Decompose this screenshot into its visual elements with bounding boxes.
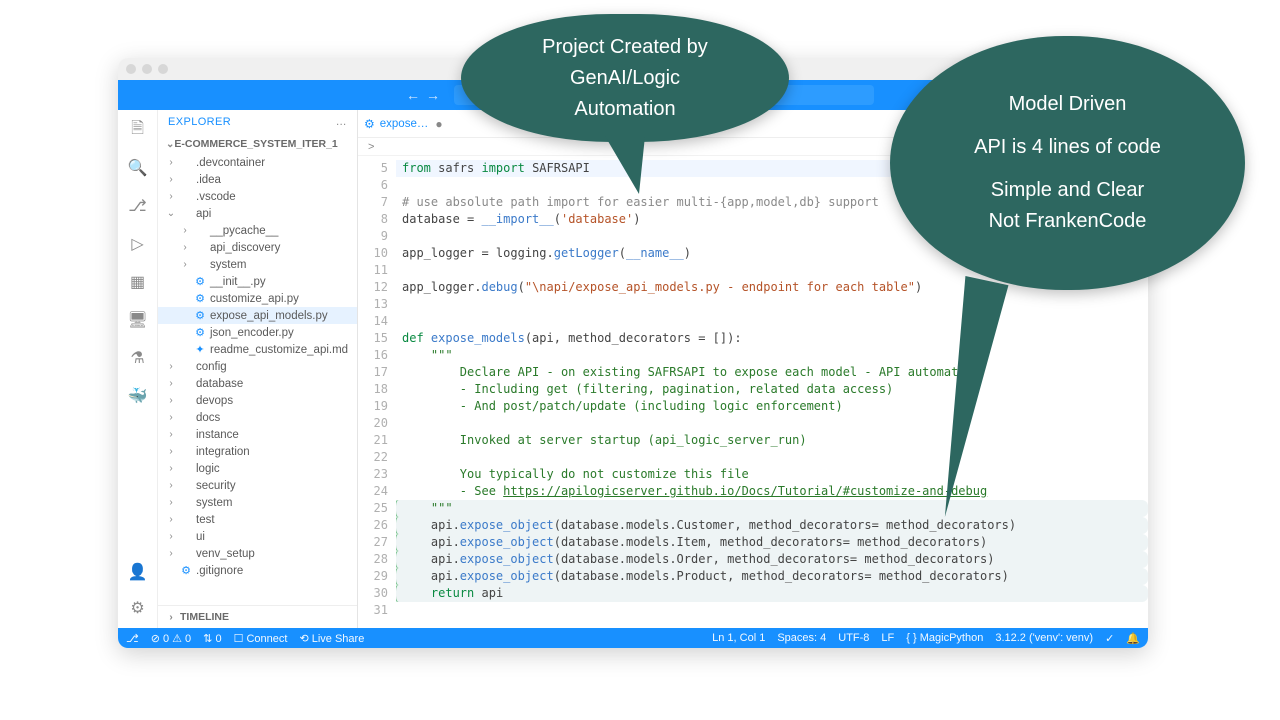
extensions-icon[interactable]: ▦ bbox=[128, 272, 148, 292]
workspace-name[interactable]: ⌄E-COMMERCE_SYSTEM_ITER_1 bbox=[158, 134, 357, 154]
status-eol[interactable]: LF bbox=[881, 632, 894, 644]
status-encoding[interactable]: UTF-8 bbox=[838, 632, 869, 644]
status-python[interactable]: 3.12.2 ('venv': venv) bbox=[995, 632, 1093, 644]
tree-folder[interactable]: ›.devcontainer bbox=[158, 154, 357, 171]
status-ports[interactable]: ⇅ 0 bbox=[203, 632, 221, 645]
activity-bar: 🗎 🔍 ⎇ ▷ ▦ 🖥 ⚗ 🐳 👤 ⚙ bbox=[118, 110, 158, 628]
tab-expose-api-models[interactable]: ⚙ expose… ● bbox=[364, 117, 443, 131]
tree-file[interactable]: ⚙json_encoder.py bbox=[158, 324, 357, 341]
tree-file[interactable]: ⚙__init__.py bbox=[158, 273, 357, 290]
timeline-section[interactable]: ›TIMELINE bbox=[158, 605, 357, 628]
tree-folder[interactable]: ›config bbox=[158, 358, 357, 375]
callout-right-line-4: Not FrankenCode bbox=[974, 208, 1161, 235]
tree-folder[interactable]: ›instance bbox=[158, 426, 357, 443]
callout-right-line-3: Simple and Clear bbox=[974, 177, 1161, 204]
tab-dirty-icon: ● bbox=[435, 117, 442, 131]
python-file-icon: ⚙ bbox=[364, 117, 375, 131]
callout-left-line-2: GenAI/Logic bbox=[542, 65, 708, 92]
status-spaces[interactable]: Spaces: 4 bbox=[777, 632, 826, 644]
gear-icon[interactable]: ⚙ bbox=[128, 598, 148, 618]
status-bar: ⎇ ⊘ 0 ⚠ 0 ⇅ 0 ☐ Connect ⟲ Live Share Ln … bbox=[118, 628, 1148, 648]
run-icon[interactable]: ▷ bbox=[128, 234, 148, 254]
tree-file[interactable]: ⚙customize_api.py bbox=[158, 290, 357, 307]
tree-folder[interactable]: ›.idea bbox=[158, 171, 357, 188]
status-bell-icon[interactable]: 🔔 bbox=[1126, 632, 1140, 645]
callout-right-line-2: API is 4 lines of code bbox=[974, 134, 1161, 161]
tree-file[interactable]: ⚙expose_api_models.py bbox=[158, 307, 357, 324]
tree-folder[interactable]: ›integration bbox=[158, 443, 357, 460]
nav-fwd-icon[interactable]: → bbox=[426, 87, 440, 103]
sidebar-more-icon[interactable]: … bbox=[336, 116, 347, 128]
tree-folder[interactable]: ›venv_setup bbox=[158, 545, 357, 562]
tree-folder[interactable]: ›api_discovery bbox=[158, 239, 357, 256]
tree-folder[interactable]: ›docs bbox=[158, 409, 357, 426]
status-check-icon[interactable]: ✓ bbox=[1105, 632, 1114, 645]
status-cursor[interactable]: Ln 1, Col 1 bbox=[712, 632, 765, 644]
tree-folder[interactable]: ›system bbox=[158, 256, 357, 273]
callout-model-driven: Model Driven API is 4 lines of code Simp… bbox=[890, 36, 1245, 290]
tree-folder[interactable]: ›security bbox=[158, 477, 357, 494]
tree-folder[interactable]: ›ui bbox=[158, 528, 357, 545]
status-remote[interactable]: ⎇ bbox=[126, 632, 139, 645]
sidebar-title: EXPLORER bbox=[168, 116, 231, 128]
callout-project-created: Project Created by GenAI/Logic Automatio… bbox=[461, 14, 789, 142]
window-controls[interactable] bbox=[126, 64, 168, 74]
account-icon[interactable]: 👤 bbox=[128, 562, 148, 582]
status-connect[interactable]: ☐ Connect bbox=[234, 632, 288, 645]
status-liveshare[interactable]: ⟲ Live Share bbox=[299, 632, 364, 645]
tree-folder[interactable]: ›logic bbox=[158, 460, 357, 477]
status-language[interactable]: { } MagicPython bbox=[906, 632, 983, 644]
explorer-sidebar: EXPLORER … ⌄E-COMMERCE_SYSTEM_ITER_1 ›.d… bbox=[158, 110, 358, 628]
tab-label: expose… bbox=[380, 118, 429, 130]
min-dot[interactable] bbox=[142, 64, 152, 74]
nav-back-icon[interactable]: ← bbox=[406, 87, 420, 103]
callout-right-line-1: Model Driven bbox=[974, 91, 1161, 118]
status-problems[interactable]: ⊘ 0 ⚠ 0 bbox=[151, 632, 191, 645]
search-icon[interactable]: 🔍 bbox=[128, 158, 148, 178]
line-gutter: 5678910111213141516171819202122232425262… bbox=[358, 156, 396, 628]
explorer-icon[interactable]: 🗎 bbox=[128, 120, 148, 140]
remote-icon[interactable]: 🖥 bbox=[128, 310, 148, 330]
callout-left-line-1: Project Created by bbox=[542, 34, 708, 61]
close-dot[interactable] bbox=[126, 64, 136, 74]
file-tree[interactable]: ›.devcontainer›.idea›.vscode⌄api›__pycac… bbox=[158, 154, 357, 605]
tree-folder[interactable]: ›devops bbox=[158, 392, 357, 409]
callout-left-line-3: Automation bbox=[542, 96, 708, 123]
tree-folder[interactable]: ›system bbox=[158, 494, 357, 511]
tree-folder[interactable]: ›.vscode bbox=[158, 188, 357, 205]
tree-folder[interactable]: ⌄api bbox=[158, 205, 357, 222]
scm-icon[interactable]: ⎇ bbox=[128, 196, 148, 216]
tree-file[interactable]: ⚙.gitignore bbox=[158, 562, 357, 579]
tree-folder[interactable]: ›database bbox=[158, 375, 357, 392]
tree-file[interactable]: ✦readme_customize_api.md bbox=[158, 341, 357, 358]
testing-icon[interactable]: ⚗ bbox=[128, 348, 148, 368]
tree-folder[interactable]: ›test bbox=[158, 511, 357, 528]
tree-folder[interactable]: ›__pycache__ bbox=[158, 222, 357, 239]
docker-icon[interactable]: 🐳 bbox=[128, 386, 148, 406]
max-dot[interactable] bbox=[158, 64, 168, 74]
